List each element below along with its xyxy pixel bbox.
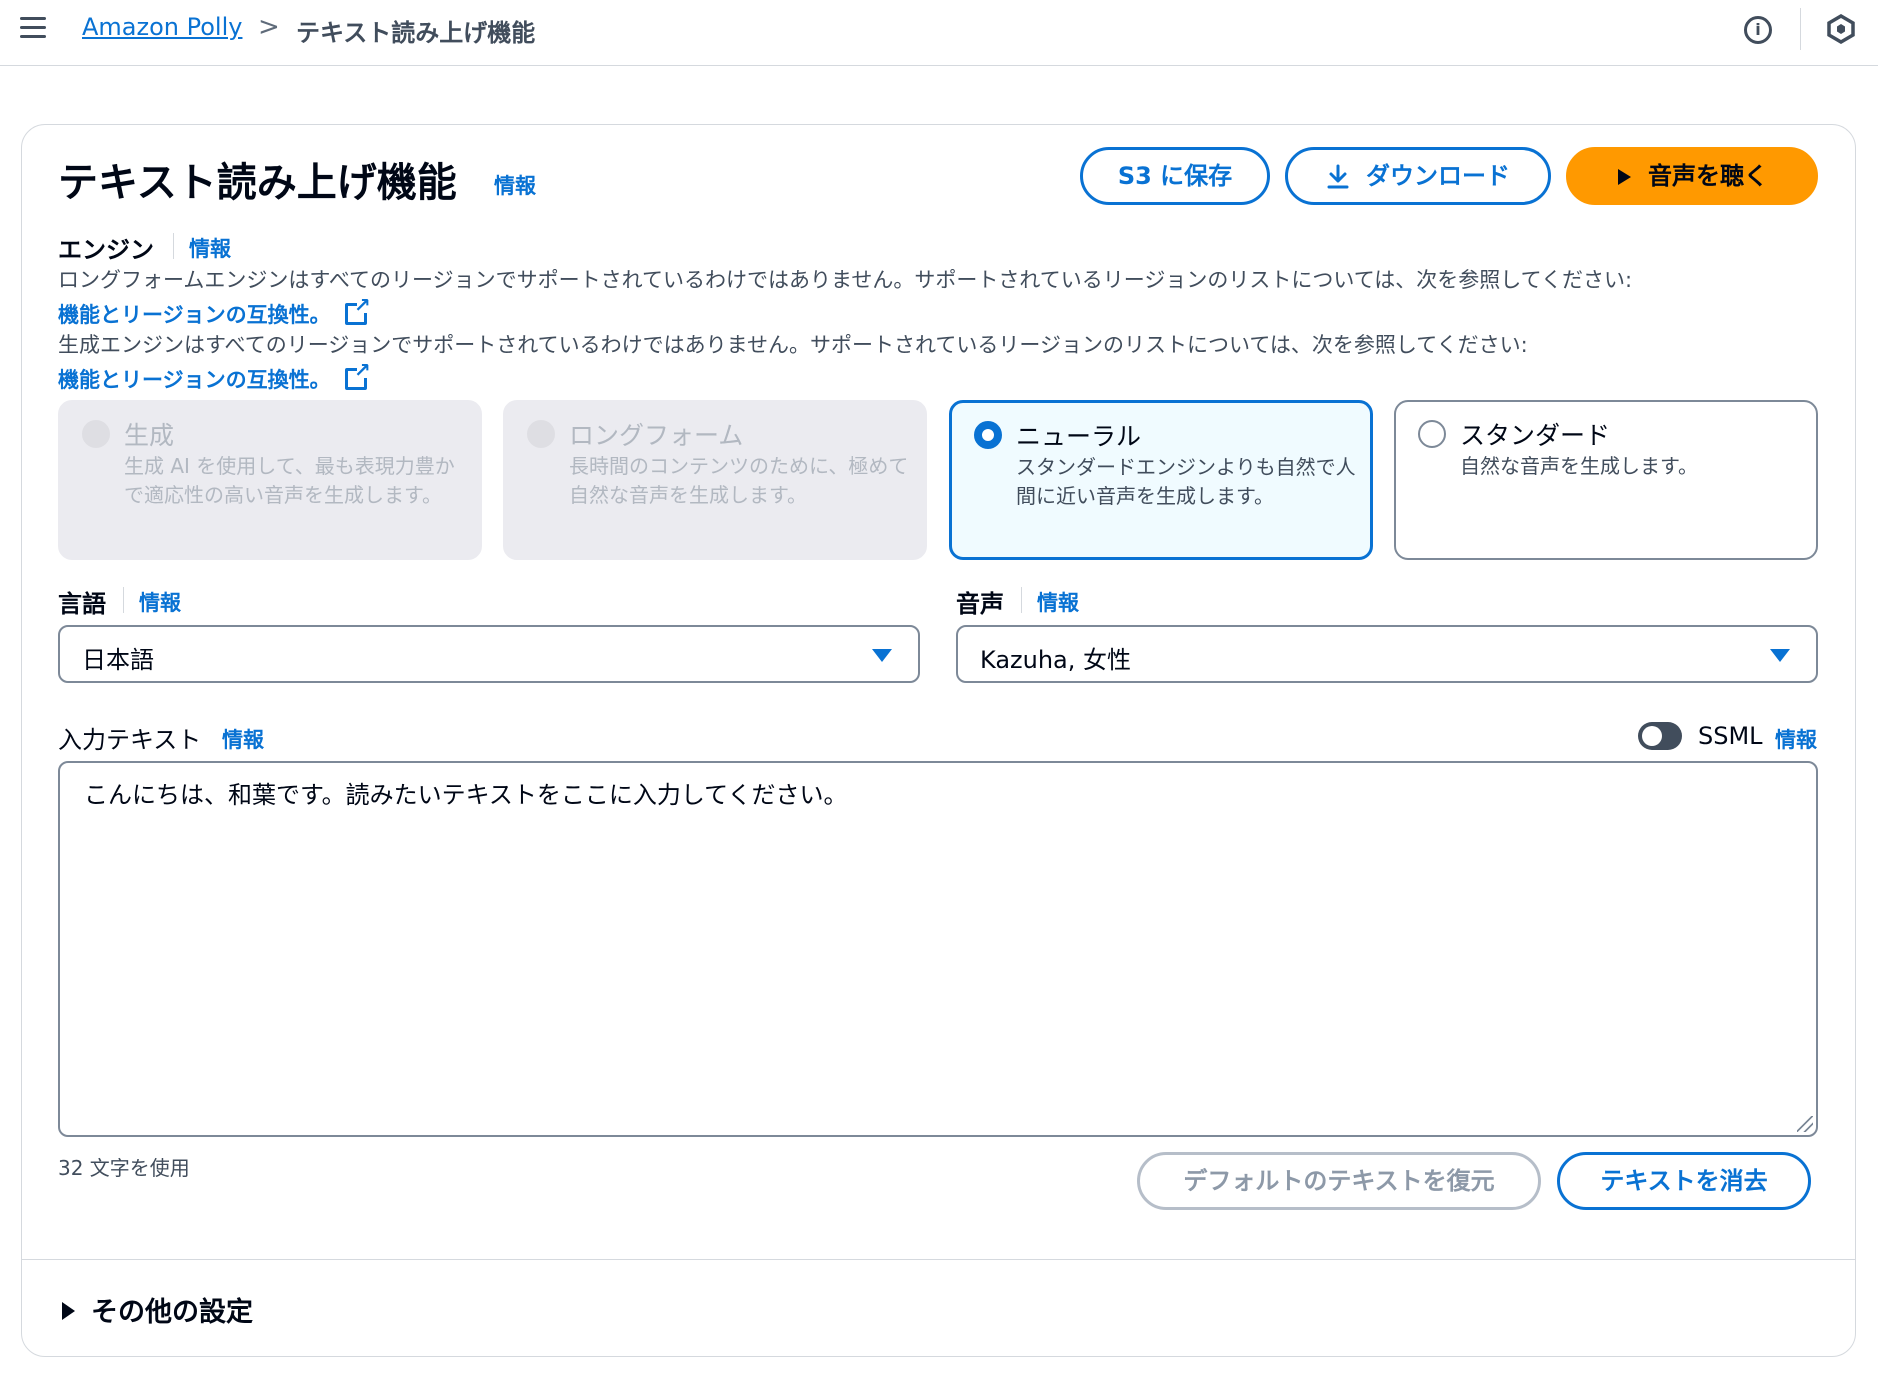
download-label: ダウンロード <box>1366 162 1510 190</box>
breadcrumb-amazon-polly[interactable]: Amazon Polly <box>82 13 242 41</box>
voice-info-link[interactable]: 情報 <box>1037 587 1079 617</box>
label-divider <box>1021 587 1022 613</box>
resize-handle[interactable] <box>1797 1116 1813 1132</box>
input-textarea[interactable]: こんにちは、和葉です。読みたいテキストをここに入力してください。 <box>58 761 1818 1137</box>
voice-select[interactable]: Kazuha, 女性 <box>956 625 1818 683</box>
listen-label: 音声を聴く <box>1648 162 1768 190</box>
character-count: 32 文字を使用 <box>58 1156 190 1180</box>
engine-option-desc: スタンダードエンジンよりも自然で人間に近い音声を生成します。 <box>1016 455 1356 508</box>
label-divider <box>173 233 174 259</box>
region-compat-link-1[interactable]: 機能とリージョンの互換性。 <box>58 293 371 329</box>
toolbar-divider <box>1800 8 1801 50</box>
menu-icon[interactable] <box>20 17 46 39</box>
generative-note: 生成エンジンはすべてのリージョンでサポートされているわけではありません。サポート… <box>58 333 1528 357</box>
input-text-value: こんにちは、和葉です。読みたいテキストをここに入力してください。 <box>84 781 848 809</box>
info-icon[interactable]: i <box>1744 16 1772 44</box>
engine-option-title: ニューラル <box>1016 422 1142 451</box>
region-compat-link-text: 機能とリージョンの互換性。 <box>58 303 331 327</box>
engine-option-title: 生成 <box>124 421 175 450</box>
hexagon-settings-icon[interactable] <box>1826 14 1856 44</box>
language-value: 日本語 <box>82 646 154 674</box>
caret-down-icon <box>1770 649 1790 662</box>
more-settings-label: その他の設定 <box>91 1297 253 1328</box>
ssml-info-link[interactable]: 情報 <box>1775 724 1817 754</box>
more-settings-expander[interactable]: その他の設定 <box>62 1290 253 1329</box>
input-text-label: 入力テキスト <box>58 726 202 754</box>
radio-button <box>527 420 555 448</box>
listen-button[interactable]: 音声を聴く <box>1566 147 1818 205</box>
engine-label: エンジン <box>58 236 154 264</box>
radio-button-checked[interactable] <box>974 421 1002 449</box>
longform-note: ロングフォームエンジンはすべてのリージョンでサポートされているわけではありません… <box>58 268 1633 292</box>
title-info-link[interactable]: 情報 <box>494 170 536 200</box>
input-text-info-link[interactable]: 情報 <box>222 724 264 754</box>
caret-down-icon <box>872 649 892 662</box>
radio-button[interactable] <box>1418 420 1446 448</box>
engine-option-neural[interactable]: ニューラル スタンダードエンジンよりも自然で人間に近い音声を生成します。 <box>949 400 1373 560</box>
external-link-icon <box>344 358 371 390</box>
region-compat-link-text: 機能とリージョンの互換性。 <box>58 368 331 392</box>
save-to-s3-button[interactable]: S3 に保存 <box>1080 147 1270 205</box>
breadcrumb-current: テキスト読み上げ機能 <box>296 19 536 47</box>
chevron-right-icon: > <box>258 12 280 42</box>
engine-info-link[interactable]: 情報 <box>189 233 231 263</box>
engine-option-title: スタンダード <box>1460 421 1611 450</box>
region-compat-link-2[interactable]: 機能とリージョンの互換性。 <box>58 358 371 394</box>
language-select[interactable]: 日本語 <box>58 625 920 683</box>
ssml-label: SSML <box>1698 722 1763 750</box>
toggle-knob <box>1642 726 1662 746</box>
voice-label: 音声 <box>956 590 1004 618</box>
external-link-icon <box>344 293 371 325</box>
radio-button <box>82 420 110 448</box>
engine-option-desc: 自然な音声を生成します。 <box>1460 454 1698 478</box>
download-button[interactable]: ダウンロード <box>1285 147 1551 205</box>
engine-option-standard[interactable]: スタンダード 自然な音声を生成します。 <box>1394 400 1818 560</box>
language-label: 言語 <box>58 590 106 618</box>
clear-text-button[interactable]: テキストを消去 <box>1557 1152 1811 1210</box>
engine-option-longform: ロングフォーム 長時間のコンテンツのために、極めて自然な音声を生成します。 <box>503 400 927 560</box>
engine-option-desc: 生成 AI を使用して、最も表現力豊かで適応性の高い音声を生成します。 <box>124 454 455 507</box>
engine-option-generative: 生成 生成 AI を使用して、最も表現力豊かで適応性の高い音声を生成します。 <box>58 400 482 560</box>
download-icon <box>1327 164 1349 189</box>
page-title: テキスト読み上げ機能 <box>58 160 457 206</box>
label-divider <box>123 587 124 613</box>
section-divider <box>22 1259 1855 1260</box>
top-navigation: Amazon Polly > テキスト読み上げ機能 i <box>0 0 1878 66</box>
voice-value: Kazuha, 女性 <box>980 646 1132 674</box>
language-info-link[interactable]: 情報 <box>139 587 181 617</box>
restore-default-text-button[interactable]: デフォルトのテキストを復元 <box>1137 1152 1541 1210</box>
caret-right-icon <box>62 1302 75 1320</box>
engine-option-title: ロングフォーム <box>569 421 744 450</box>
play-icon <box>1618 169 1631 185</box>
ssml-toggle[interactable] <box>1638 722 1682 750</box>
engine-option-desc: 長時間のコンテンツのために、極めて自然な音声を生成します。 <box>569 454 909 507</box>
